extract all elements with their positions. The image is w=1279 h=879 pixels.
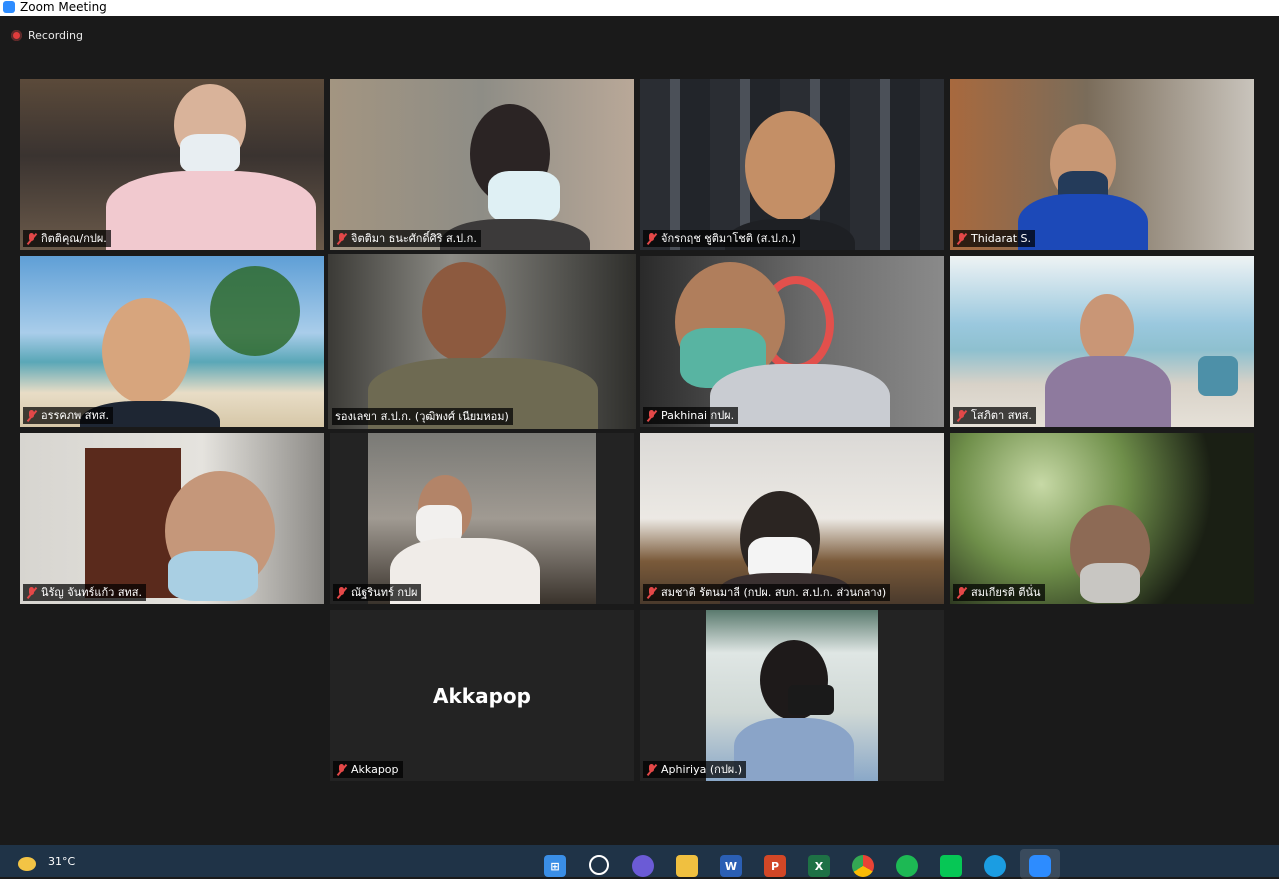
muted-mic-icon [26, 409, 37, 422]
recording-indicator[interactable]: Recording [11, 29, 83, 42]
muted-mic-icon [26, 586, 37, 599]
participant-name: จักรกฤช ชูติมาโชติ (ส.ป.ก.) [661, 232, 796, 245]
participant-name-bar: ณัฐรินทร์ กปผ [333, 584, 422, 601]
participant-tile[interactable]: จักรกฤช ชูติมาโชติ (ส.ป.ก.) [640, 79, 944, 250]
teams-chat-icon[interactable] [632, 855, 654, 877]
participant-name-bar: Aphiriya (กปผ.) [643, 761, 747, 778]
zoom-logo-icon [3, 1, 15, 13]
participant-name: โสภิตา สทส. [971, 409, 1032, 422]
muted-mic-icon [26, 232, 37, 245]
participant-tile[interactable]: กิตติคุณ/กปผ. [20, 79, 324, 250]
participant-name-bar: โสภิตา สทส. [953, 407, 1036, 424]
powerpoint-icon[interactable]: P [764, 855, 786, 877]
participant-name: กิตติคุณ/กปผ. [41, 232, 107, 245]
participant-name-bar: อรรคภพ สทส. [23, 407, 113, 424]
participant-name-bar: นิรัญ จันทร์แก้ว สทส. [23, 584, 147, 601]
participant-tile[interactable]: อรรคภพ สทส. [20, 256, 324, 427]
participant-name: Pakhinai กปผ. [661, 409, 735, 422]
participant-name: อรรคภพ สทส. [41, 409, 109, 422]
muted-mic-icon [956, 232, 967, 245]
zoom-icon[interactable] [1029, 855, 1051, 877]
muted-mic-icon [646, 232, 657, 245]
participant-tile[interactable]: สมเกียรติ ตีนั่น [950, 433, 1254, 604]
participant-name-bar: รองเลขา ส.ป.ก. (วุฒิพงศ์ เนียมหอม) [332, 408, 513, 425]
participant-tile[interactable]: โสภิตา สทส. [950, 256, 1254, 427]
word-icon[interactable]: W [720, 855, 742, 877]
spotify-icon[interactable] [896, 855, 918, 877]
muted-mic-icon [956, 409, 967, 422]
muted-mic-icon [646, 763, 657, 776]
participant-name-bar: สมเกียรติ ตีนั่น [953, 584, 1045, 601]
search-icon[interactable] [589, 855, 609, 875]
participant-tile[interactable]: จิตติมา ธนะศักดิ์ศิริ ส.ป.ก. [330, 79, 634, 250]
participant-tile[interactable]: นิรัญ จันทร์แก้ว สทส. [20, 433, 324, 604]
camera-off-name: Akkapop [433, 684, 531, 708]
window-title: Zoom Meeting [20, 0, 107, 14]
active-speaker-tile[interactable]: รองเลขา ส.ป.ก. (วุฒิพงศ์ เนียมหอม) [328, 254, 636, 429]
participant-name: Thidarat S. [971, 232, 1032, 245]
participant-name-bar: สมชาติ รัตนมาลี (กปผ. สบก. ส.ป.ก. ส่วนกล… [643, 584, 891, 601]
participant-tile[interactable]: Aphiriya (กปผ.) [640, 610, 944, 781]
participant-name-bar: Akkapop [333, 761, 403, 778]
participant-tile[interactable]: Pakhinai กปผ. [640, 256, 944, 427]
participant-name: นิรัญ จันทร์แก้ว สทส. [41, 586, 143, 599]
participant-name: รองเลขา ส.ป.ก. (วุฒิพงศ์ เนียมหอม) [335, 410, 509, 423]
participant-name: สมชาติ รัตนมาลี (กปผ. สบก. ส.ป.ก. ส่วนกล… [661, 586, 887, 599]
windows-start-icon[interactable]: ⊞ [544, 855, 566, 877]
weather-sun-icon [18, 857, 36, 871]
excel-icon[interactable]: X [808, 855, 830, 877]
edge-icon[interactable] [984, 855, 1006, 877]
participant-name-bar: กิตติคุณ/กปผ. [23, 230, 111, 247]
participant-name: Aphiriya (กปผ.) [661, 763, 743, 776]
muted-mic-icon [336, 763, 347, 776]
participant-name-bar: Thidarat S. [953, 230, 1036, 247]
muted-mic-icon [646, 409, 657, 422]
line-icon[interactable] [940, 855, 962, 877]
taskbar: 31°C ⊞ W P X [0, 845, 1279, 879]
window-title-bar: Zoom Meeting [0, 0, 1279, 16]
participant-name: Akkapop [351, 763, 399, 776]
participant-tile[interactable]: ณัฐรินทร์ กปผ [330, 433, 634, 604]
participant-tile[interactable]: Akkapop Akkapop [330, 610, 634, 781]
chrome-icon[interactable] [852, 855, 874, 877]
muted-mic-icon [956, 586, 967, 599]
participant-name-bar: จักรกฤช ชูติมาโชติ (ส.ป.ก.) [643, 230, 800, 247]
participant-name-bar: จิตติมา ธนะศักดิ์ศิริ ส.ป.ก. [333, 230, 481, 247]
participant-name: ณัฐรินทร์ กปผ [351, 586, 418, 599]
weather-temperature: 31°C [48, 855, 76, 868]
muted-mic-icon [336, 586, 347, 599]
muted-mic-icon [336, 232, 347, 245]
participant-name: จิตติมา ธนะศักดิ์ศิริ ส.ป.ก. [351, 232, 477, 245]
participant-tile[interactable]: Thidarat S. [950, 79, 1254, 250]
participant-name: สมเกียรติ ตีนั่น [971, 586, 1041, 599]
file-explorer-icon[interactable] [676, 855, 698, 877]
participant-tile[interactable]: สมชาติ รัตนมาลี (กปผ. สบก. ส.ป.ก. ส่วนกล… [640, 433, 944, 604]
recording-icon [11, 30, 22, 41]
recording-label: Recording [28, 29, 84, 42]
participant-name-bar: Pakhinai กปผ. [643, 407, 739, 424]
muted-mic-icon [646, 586, 657, 599]
